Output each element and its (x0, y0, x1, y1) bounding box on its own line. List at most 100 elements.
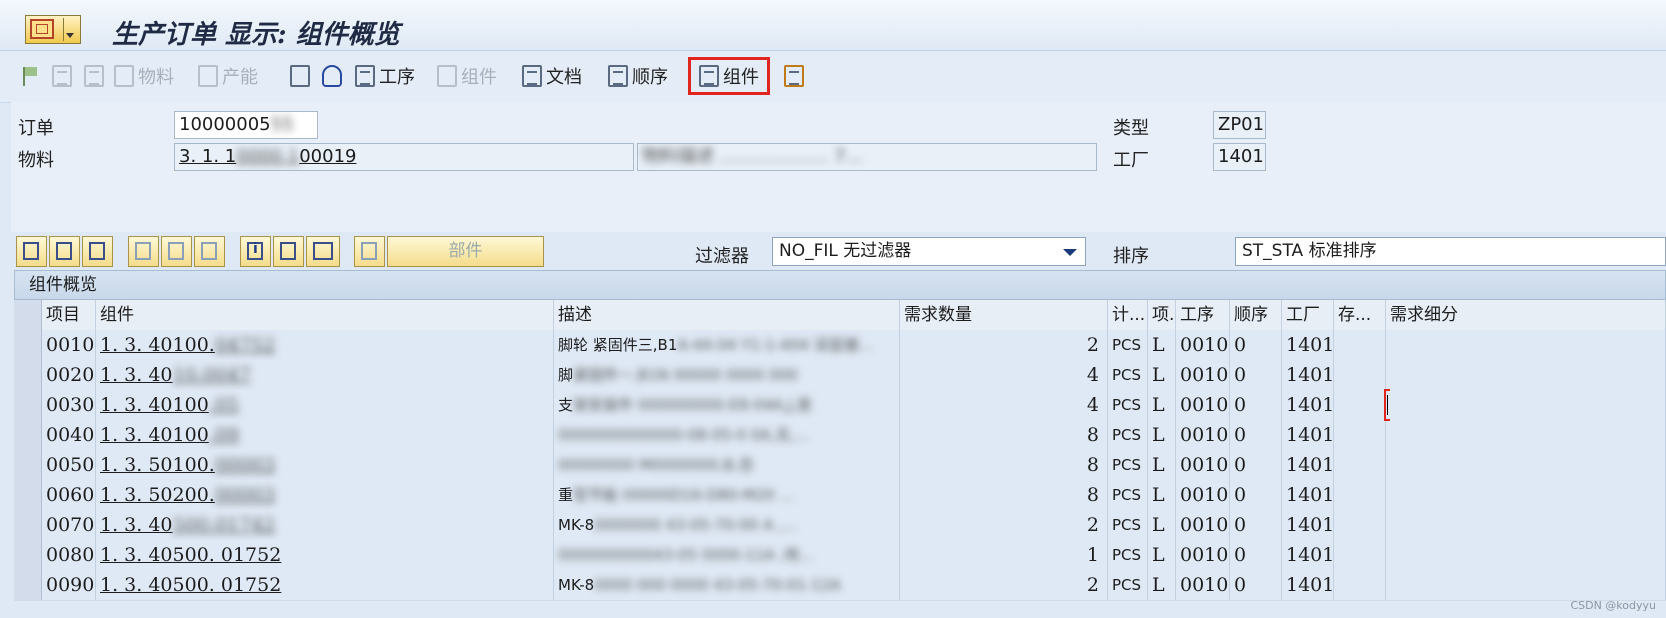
requirement-cell (1386, 480, 1666, 510)
col-quantity[interactable]: 需求数量 (900, 300, 1108, 330)
row-selector[interactable] (14, 450, 42, 480)
item-cell: 0040 (42, 420, 96, 450)
storage-cell (1334, 330, 1386, 360)
parts-button[interactable]: 部件 (387, 236, 544, 267)
col-component[interactable]: 组件 (96, 300, 554, 330)
col-item-cat[interactable]: 项. (1148, 300, 1176, 330)
insert-row-button[interactable] (128, 236, 159, 267)
select-block-button[interactable] (49, 236, 80, 267)
requirement-cell (1386, 570, 1666, 600)
component-cell[interactable]: 1. 3. 4010.0047 (96, 360, 554, 390)
details-button[interactable] (240, 236, 271, 267)
material-field[interactable]: 3. 1. 10000.100019 (174, 143, 634, 171)
row-selector[interactable] (14, 570, 42, 600)
list-icon (699, 65, 719, 87)
description-cell: MK-80000000 43-05-70-00 A ,... (554, 510, 900, 540)
description-cell: 00000000 M0000000,B,否 (554, 450, 900, 480)
system-menu-icon (30, 19, 54, 39)
toolbar-calc-button[interactable] (84, 60, 108, 92)
component-cell[interactable]: 1. 3. 40500.01742 (96, 510, 554, 540)
toolbar-component-disabled-button[interactable]: 组件 (437, 60, 497, 92)
description-cell: 脚紧固件一,B1N 00000 0000 000 (554, 360, 900, 390)
col-sequence[interactable]: 顺序 (1230, 300, 1282, 330)
sequence-icon (608, 65, 628, 87)
component-cell[interactable]: 1. 3. 40100.05 (96, 390, 554, 420)
col-operation[interactable]: 工序 (1176, 300, 1230, 330)
application-toolbar: 物料 产能 工序 组件 文档 顺序 组件 (0, 52, 1666, 103)
component-cell[interactable]: 1. 3. 50100.00003 (96, 450, 554, 480)
plant-field[interactable]: 1401 (1213, 143, 1266, 171)
quantity-cell: 8 (900, 480, 1108, 510)
toolbar-bowl-button[interactable] (322, 60, 346, 92)
unit-cell: PCS (1108, 540, 1148, 570)
sort-dropdown[interactable]: ST_STA 标准排序 (1235, 237, 1666, 266)
bowl-icon (322, 65, 342, 87)
order-field[interactable]: 1000000555 (174, 111, 318, 139)
toolbar-document-button[interactable]: 文档 (522, 60, 582, 92)
edit-button[interactable] (273, 236, 304, 267)
row-selector[interactable] (14, 510, 42, 540)
deselect-button[interactable] (82, 236, 113, 267)
col-description[interactable]: 描述 (554, 300, 900, 330)
row-selector[interactable] (14, 480, 42, 510)
toolbar-components-button[interactable]: 组件 (688, 57, 770, 95)
unit-cell: PCS (1108, 450, 1148, 480)
toolbar-flag-button[interactable] (20, 60, 44, 92)
toolbar-sequence-button[interactable]: 顺序 (608, 60, 668, 92)
hierarchy-small-button[interactable] (194, 236, 225, 267)
table-row[interactable]: 0010 1. 3. 40100.04752 脚轮 紧固件三,B1A-44-04 Y… (14, 330, 1666, 361)
table-row[interactable]: 0060 1. 3. 50200.00003 重型节能 00000D16-D80-M… (14, 480, 1666, 511)
toolbar-tree-button[interactable] (784, 60, 808, 92)
select-block-icon (56, 242, 72, 260)
toolbar-hierarchy-button[interactable] (290, 60, 314, 92)
toolbar-doc-button[interactable] (52, 60, 76, 92)
watermark: CSDN @kodyyu (1570, 599, 1656, 612)
select-all-cell[interactable] (14, 300, 42, 330)
table-row[interactable]: 0030 1. 3. 40100.05 支架安装件 000000000-E8-04A… (14, 390, 1666, 421)
row-selector[interactable] (14, 390, 42, 420)
calculator-icon (84, 65, 104, 87)
description-cell: 重型节能 00000D16-D80-M20 ... (554, 480, 900, 510)
requirement-cell (1386, 450, 1666, 480)
filter-dropdown[interactable]: NO_FIL 无过滤器 (772, 237, 1086, 266)
component-cell[interactable]: 1. 3. 40100.09 (96, 420, 554, 450)
table-row[interactable]: 0090 1. 3. 40500. 01752 MK-80000 000 0000 … (14, 570, 1666, 601)
operation-icon (355, 65, 375, 87)
component-cell[interactable]: 1. 3. 40500. 01752 (96, 540, 554, 570)
row-selector[interactable] (14, 330, 42, 360)
table-row[interactable]: 0020 1. 3. 4010.0047 脚紧固件一,B1N 00000 0000 … (14, 360, 1666, 391)
table-row[interactable]: 0070 1. 3. 40500.01742 MK-80000000 43-05-7… (14, 510, 1666, 541)
item-category-cell: L (1148, 510, 1176, 540)
table-row[interactable]: 0040 1. 3. 40100.09 0000000000000-08-05-0 … (14, 420, 1666, 451)
delete-row-button[interactable] (161, 236, 192, 267)
col-unit[interactable]: 计... (1108, 300, 1148, 330)
component-cell[interactable]: 1. 3. 40100.04752 (96, 330, 554, 360)
component-cell[interactable]: 1. 3. 40500. 01752 (96, 570, 554, 600)
text-cursor (1387, 395, 1388, 415)
system-menu-button[interactable] (25, 15, 81, 44)
component-cell[interactable]: 1. 3. 50200.00003 (96, 480, 554, 510)
operation-cell: 0010 (1176, 390, 1230, 420)
item-cell: 0080 (42, 540, 96, 570)
col-storage[interactable]: 存... (1334, 300, 1386, 330)
type-field[interactable]: ZP01 (1213, 111, 1266, 139)
col-requirement[interactable]: 需求细分 (1386, 300, 1666, 330)
row-selector[interactable] (14, 540, 42, 570)
row-selector[interactable] (14, 360, 42, 390)
table-row[interactable]: 0050 1. 3. 50100.00003 00000000 M0000000,B… (14, 450, 1666, 481)
plant-cell: 1401 (1282, 570, 1334, 600)
row-selector[interactable] (14, 420, 42, 450)
table-row[interactable]: 0080 1. 3. 40500. 01752 000000000043-05 00… (14, 540, 1666, 571)
column-layout-button[interactable] (306, 236, 340, 267)
material-icon (114, 65, 134, 87)
col-plant[interactable]: 工厂 (1282, 300, 1334, 330)
tree-icon (784, 65, 804, 87)
flask-button[interactable] (354, 236, 385, 267)
title-bar: 生产订单 显示: 组件概览 (0, 0, 1666, 51)
select-all-button[interactable] (16, 236, 47, 267)
unit-cell: PCS (1108, 570, 1148, 600)
col-item[interactable]: 项目 (42, 300, 96, 330)
toolbar-operation-button[interactable]: 工序 (355, 60, 415, 92)
toolbar-capacity-button[interactable]: 产能 (198, 60, 258, 92)
toolbar-material-button[interactable]: 物料 (114, 60, 174, 92)
